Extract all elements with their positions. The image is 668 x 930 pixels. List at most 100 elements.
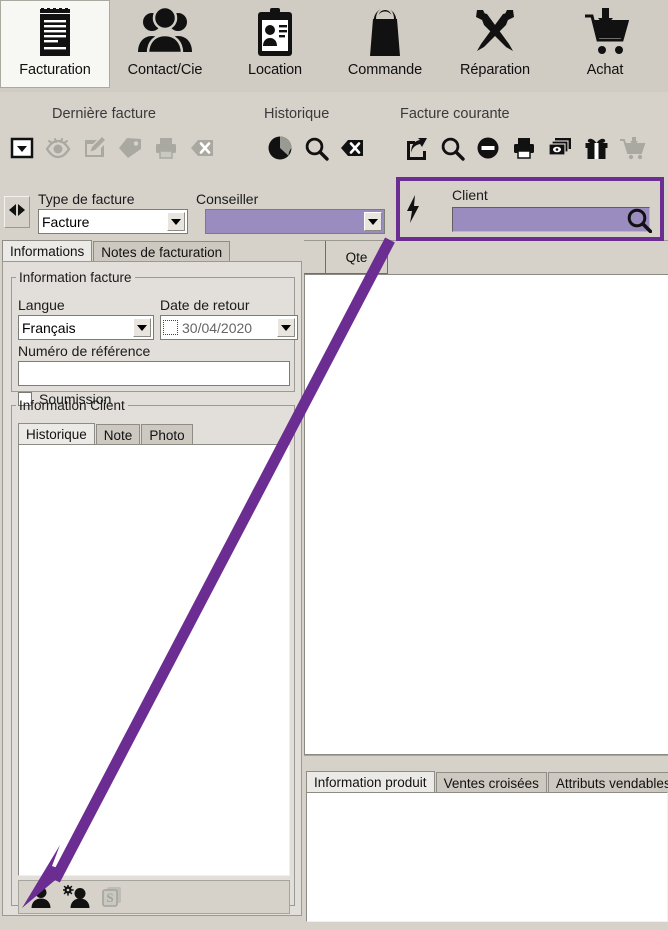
module-button-commande[interactable]: Commande bbox=[330, 0, 440, 88]
langue-label: Langue bbox=[18, 297, 65, 313]
numero-de-reference-input[interactable] bbox=[18, 361, 290, 386]
numero-de-reference-label: Numéro de référence bbox=[18, 343, 151, 359]
module-label-contact-cie: Contact/Cie bbox=[127, 62, 203, 78]
toolbar-group-caption-derniere-facture: Dernière facture bbox=[52, 106, 156, 122]
product-grid-header: Qte bbox=[304, 240, 668, 274]
minus-circle-icon-button[interactable] bbox=[470, 131, 506, 165]
eye-preview-icon-button[interactable] bbox=[40, 131, 76, 165]
client-search-highlight-box: Client bbox=[396, 177, 664, 241]
module-button-contact-cie[interactable]: Contact/Cie bbox=[110, 0, 220, 88]
module-label-achat: Achat bbox=[586, 62, 624, 78]
left-right-arrows-icon bbox=[7, 203, 27, 222]
tab-information-produit[interactable]: Information produit bbox=[306, 771, 435, 793]
chevron-down-icon[interactable] bbox=[364, 212, 382, 231]
tab-note-label: Note bbox=[103, 427, 133, 443]
tab-informations[interactable]: Informations bbox=[2, 240, 93, 262]
date-de-retour-checkbox[interactable] bbox=[163, 320, 178, 335]
tools-wrench-screwdriver-icon bbox=[464, 6, 526, 60]
grid-column-filler bbox=[388, 241, 666, 274]
grid-column-qte[interactable]: Qte bbox=[326, 241, 388, 274]
left-tabstrip: Informations Notes de facturation bbox=[2, 240, 302, 262]
chevron-down-icon[interactable] bbox=[277, 318, 295, 337]
date-de-retour-value: 30/04/2020 bbox=[182, 319, 253, 336]
date-de-retour-field[interactable]: 30/04/2020 bbox=[160, 315, 298, 340]
tab-attributs-vendables[interactable]: Attributs vendables bbox=[547, 772, 668, 793]
tag-icon-button[interactable] bbox=[112, 131, 148, 165]
cart-download-icon-button[interactable] bbox=[614, 131, 650, 165]
conseiller-label: Conseiller bbox=[196, 191, 259, 207]
tab-historique-label: Historique bbox=[26, 427, 87, 442]
chevron-down-icon[interactable] bbox=[167, 212, 185, 231]
client-tabstrip: Historique Note Photo bbox=[18, 423, 290, 445]
printer-icon-button-2[interactable] bbox=[506, 131, 542, 165]
people-group-icon bbox=[134, 6, 196, 60]
lightning-bolt-icon[interactable] bbox=[400, 194, 426, 224]
tab-information-produit-label: Information produit bbox=[314, 775, 427, 790]
conseiller-combo[interactable] bbox=[205, 209, 385, 234]
module-ribbon: Facturation Contact/Cie Location Command… bbox=[0, 0, 668, 92]
langue-combo[interactable]: Français bbox=[18, 315, 154, 340]
tab-photo[interactable]: Photo bbox=[141, 424, 193, 445]
type-de-facture-label: Type de facture bbox=[38, 191, 135, 207]
client-historique-listbox[interactable] bbox=[18, 444, 290, 876]
tab-notes-de-facturation[interactable]: Notes de facturation bbox=[93, 241, 231, 262]
module-button-achat[interactable]: Achat bbox=[550, 0, 660, 88]
information-client-groupbox: Information Client Historique Note Photo bbox=[11, 398, 295, 914]
money-stack-icon-button[interactable]: S bbox=[99, 883, 127, 911]
client-action-iconbar: S bbox=[18, 880, 290, 914]
tab-ventes-croisees[interactable]: Ventes croisées bbox=[435, 772, 547, 793]
module-button-reparation[interactable]: Réparation bbox=[440, 0, 550, 88]
cart-download-icon bbox=[574, 6, 636, 60]
person-settings-icon-button[interactable] bbox=[63, 883, 91, 911]
toolbar-group-caption-facture-courante: Facture courante bbox=[400, 106, 510, 122]
toolbar-group-derniere-facture bbox=[4, 130, 220, 166]
toolbar-group-caption-historique: Historique bbox=[264, 106, 330, 122]
product-grid-body[interactable] bbox=[304, 274, 668, 755]
tab-informations-label: Informations bbox=[10, 244, 85, 259]
id-badge-icon bbox=[244, 6, 306, 60]
product-information-panel[interactable] bbox=[306, 792, 668, 922]
tab-ventes-croisees-label: Ventes croisées bbox=[443, 775, 539, 791]
type-de-facture-value: Facture bbox=[42, 213, 90, 230]
shopping-bag-icon bbox=[354, 6, 416, 60]
module-label-reparation: Réparation bbox=[460, 62, 530, 78]
tab-historique[interactable]: Historique bbox=[18, 423, 95, 445]
edit-note-icon-button[interactable] bbox=[76, 131, 112, 165]
date-de-retour-label: Date de retour bbox=[160, 297, 250, 313]
module-label-location: Location bbox=[247, 62, 303, 78]
informations-tab-panel: Information facture Langue Français Date… bbox=[2, 261, 302, 916]
toolbar-group-facture-courante bbox=[398, 130, 650, 166]
magnifier-icon-button[interactable] bbox=[298, 131, 334, 165]
tab-attributs-vendables-label: Attributs vendables bbox=[555, 775, 668, 791]
client-search-button[interactable] bbox=[622, 203, 656, 237]
type-de-facture-combo[interactable]: Facture bbox=[38, 209, 188, 234]
record-pager-button[interactable] bbox=[4, 196, 30, 228]
magnifier-icon-button-2[interactable] bbox=[434, 131, 470, 165]
gift-icon-button[interactable] bbox=[578, 131, 614, 165]
dropdown-box-icon-button[interactable] bbox=[4, 131, 40, 165]
printer-icon-button[interactable] bbox=[148, 131, 184, 165]
langue-value: Français bbox=[22, 319, 76, 336]
chevron-down-icon[interactable] bbox=[133, 318, 151, 337]
invoice-header-form: Type de facture Facture Conseiller bbox=[0, 184, 396, 240]
module-button-facturation[interactable]: Facturation bbox=[0, 0, 110, 88]
product-tabstrip: Information produit Ventes croisées Attr… bbox=[306, 770, 668, 793]
person-icon-button[interactable] bbox=[27, 883, 55, 911]
module-label-commande: Commande bbox=[347, 62, 423, 78]
client-search-area: Client bbox=[400, 181, 660, 237]
tab-note[interactable]: Note bbox=[95, 424, 141, 445]
share-export-icon-button[interactable] bbox=[398, 131, 434, 165]
grid-column-qte-label: Qte bbox=[345, 249, 368, 265]
information-facture-legend: Information facture bbox=[19, 270, 132, 285]
information-facture-groupbox: Information facture Langue Français Date… bbox=[11, 270, 298, 407]
svg-text:S: S bbox=[106, 890, 113, 905]
information-client-legend: Information Client bbox=[19, 398, 125, 413]
module-button-location[interactable]: Location bbox=[220, 0, 330, 88]
application-window: Facturation Contact/Cie Location Command… bbox=[0, 0, 668, 930]
delete-tag-icon-button[interactable] bbox=[184, 131, 220, 165]
pie-chart-icon-button[interactable] bbox=[262, 131, 298, 165]
grid-column-select[interactable] bbox=[304, 241, 326, 274]
delete-tag-icon-button-2[interactable] bbox=[334, 131, 370, 165]
client-input[interactable] bbox=[452, 207, 650, 232]
cash-stack-icon-button[interactable] bbox=[542, 131, 578, 165]
